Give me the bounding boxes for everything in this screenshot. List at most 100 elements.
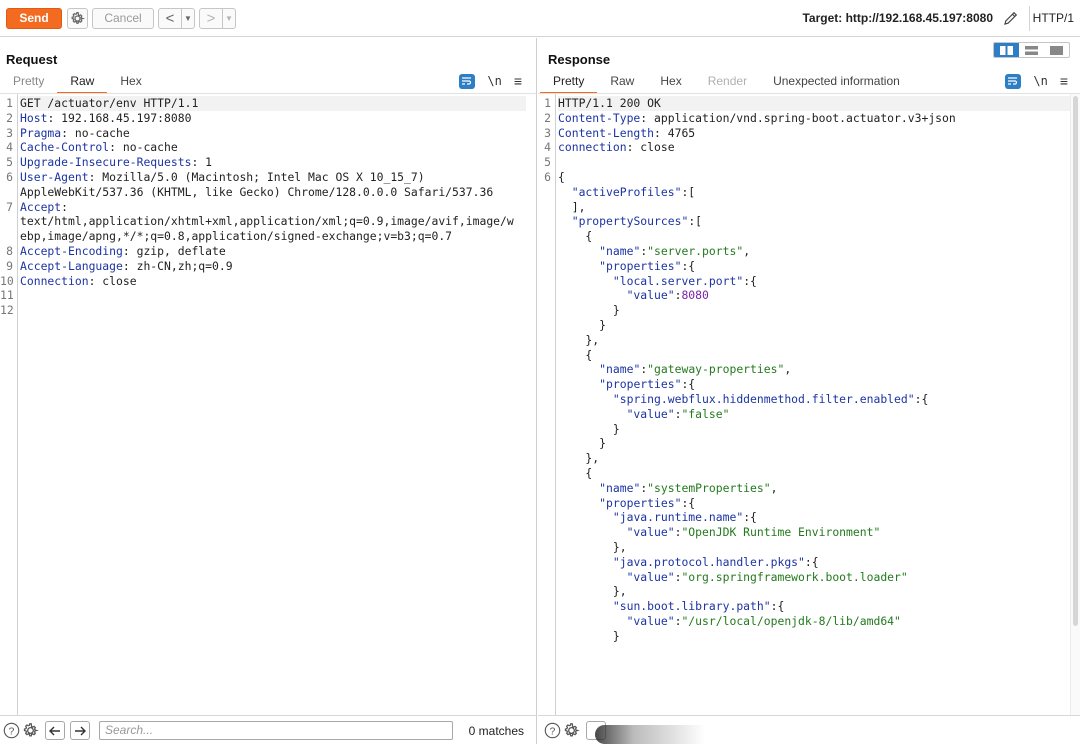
code-token: Content-Type	[558, 110, 641, 125]
line-text: "properties":{	[558, 259, 1070, 274]
back-icon[interactable]: <	[159, 9, 181, 28]
gear-icon	[71, 11, 85, 24]
request-tab-pretty[interactable]: Pretty	[0, 74, 57, 94]
search-previous-button[interactable]	[45, 721, 65, 740]
code-token: : 4765	[654, 125, 696, 140]
code-line: }	[538, 422, 1080, 437]
obscured-overlay	[595, 725, 705, 744]
code-token: Pragma	[20, 125, 62, 140]
wrap-lines-icon[interactable]	[459, 73, 476, 89]
layout-tabbed-icon[interactable]	[1044, 43, 1069, 57]
line-text: "value":"OpenJDK Runtime Environment"	[558, 525, 1070, 540]
code-token: :{	[681, 495, 696, 510]
code-token: "properties"	[599, 495, 682, 510]
request-tab-raw[interactable]: Raw	[57, 74, 108, 94]
protocol-label[interactable]: HTTP/1	[1033, 11, 1074, 25]
line-text: "value":"/usr/local/openjdk-8/lib/amd64"	[558, 614, 1070, 629]
code-token: "gateway-properties"	[647, 362, 785, 377]
search-next-button[interactable]	[70, 721, 90, 740]
code-token: }	[558, 317, 607, 332]
code-line: 4 Cache-Control: no-cache	[0, 140, 536, 155]
top-toolbar: Send Cancel < ▼ > ▼ Target: http://192.1…	[0, 0, 1080, 37]
request-editor[interactable]: 1 GET /actuator/env HTTP/1.1 2 Host: 192.16…	[0, 94, 536, 715]
code-line: 2 Host: 192.168.45.197:8080	[0, 111, 536, 126]
code-token: "name"	[599, 243, 641, 258]
line-number: 4	[6, 140, 13, 155]
response-tab-pretty[interactable]: Pretty	[540, 74, 598, 94]
code-line: },	[538, 584, 1080, 599]
send-button[interactable]: Send	[6, 8, 62, 29]
response-editor-tools: \n ≡	[1005, 73, 1068, 89]
code-token: Accept-Language	[20, 258, 123, 273]
edit-target-icon[interactable]	[1002, 9, 1020, 27]
gear-icon[interactable]	[22, 722, 39, 739]
newline-icon[interactable]: \n	[1033, 74, 1047, 88]
code-line: 10 Connection: close	[0, 274, 536, 289]
code-token: AppleWebKit/537.36 (KHTML, like Gecko) C…	[20, 184, 494, 199]
wrap-lines-icon[interactable]	[1005, 73, 1022, 89]
request-tabs: Pretty Raw Hex	[0, 74, 155, 94]
code-line: {	[538, 229, 1080, 244]
line-number: 11	[0, 288, 14, 303]
code-line: }	[538, 436, 1080, 451]
code-line: "local.server.port":{	[538, 274, 1080, 289]
code-token: "java.protocol.handler.pkgs"	[612, 554, 805, 569]
cancel-button[interactable]: Cancel	[92, 8, 154, 29]
line-text: "name":"systemProperties",	[558, 481, 1070, 496]
layout-side-by-side-icon[interactable]	[994, 43, 1019, 57]
forward-dropdown-icon[interactable]: ▼	[222, 9, 235, 28]
code-token: Upgrade-Insecure-Requests	[20, 155, 192, 170]
request-tab-hex[interactable]: Hex	[107, 74, 154, 94]
svg-text:?: ?	[550, 726, 556, 737]
code-line: 11	[0, 288, 536, 303]
response-tab-raw[interactable]: Raw	[597, 74, 647, 94]
line-text: Cache-Control: no-cache	[20, 140, 526, 155]
code-token: "properties"	[599, 377, 682, 392]
code-line: ],	[538, 200, 1080, 215]
code-line: 7 Accept:	[0, 200, 536, 215]
response-tab-hex[interactable]: Hex	[647, 74, 694, 94]
code-token: }	[558, 421, 620, 436]
line-number: 2	[6, 110, 13, 125]
code-token: :	[61, 199, 69, 214]
send-settings-button[interactable]	[67, 8, 88, 29]
response-scrollbar-thumb[interactable]	[1073, 96, 1078, 626]
code-token: "value"	[626, 288, 675, 303]
menu-icon[interactable]: ≡	[1060, 73, 1068, 89]
gear-icon[interactable]	[563, 722, 580, 739]
code-token: "local.server.port"	[612, 273, 744, 288]
layout-stacked-icon[interactable]	[1019, 43, 1044, 57]
code-line: }	[538, 318, 1080, 333]
line-number: 2	[544, 110, 551, 125]
history-back-group: < ▼	[158, 8, 195, 29]
code-token: text/html,application/xhtml+xml,applicat…	[20, 214, 514, 229]
line-number: 6	[544, 169, 551, 184]
code-line: "value":"OpenJDK Runtime Environment"	[538, 525, 1080, 540]
response-pane: Response Pretty Raw Hex Render Unexpecte…	[538, 38, 1080, 744]
menu-icon[interactable]: ≡	[514, 73, 522, 89]
request-code: 1 GET /actuator/env HTTP/1.1 2 Host: 192.16…	[0, 96, 536, 318]
response-tab-unexpected-information[interactable]: Unexpected information	[760, 74, 913, 94]
forward-icon[interactable]: >	[200, 9, 222, 28]
newline-icon[interactable]: \n	[487, 74, 501, 88]
code-token: : gzip, deflate	[122, 243, 226, 258]
help-icon[interactable]: ?	[3, 722, 20, 739]
back-dropdown-icon[interactable]: ▼	[181, 9, 194, 28]
response-scrollbar[interactable]	[1070, 94, 1080, 715]
code-token: ,	[743, 243, 751, 258]
code-token: "org.springframework.boot.loader"	[681, 569, 908, 584]
code-token: :{	[743, 510, 757, 525]
response-editor[interactable]: 1 HTTP/1.1 200 OK 2 Content-Type: applicati…	[538, 94, 1080, 715]
line-text: }	[558, 303, 1070, 318]
code-token: :{	[743, 273, 757, 288]
help-icon[interactable]: ?	[544, 722, 561, 739]
search-input[interactable]: Search...	[99, 721, 453, 740]
response-tab-render[interactable]: Render	[695, 74, 760, 94]
